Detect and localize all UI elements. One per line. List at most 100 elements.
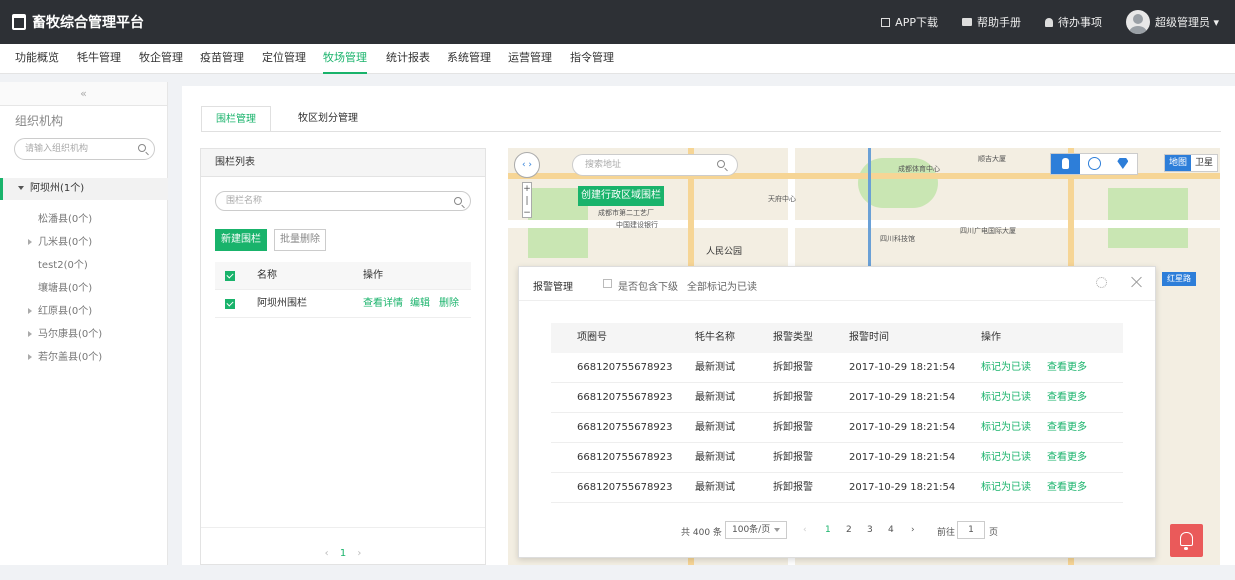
view-more-link[interactable]: 查看更多 [1047,473,1087,503]
mark-read-link[interactable]: 标记为已读 [981,353,1031,383]
compass-icon[interactable]: ‹ › [514,152,540,178]
prev-page-button[interactable]: ‹ [325,548,329,559]
collar-id: 668120755678923 [577,422,673,433]
tab-pasture-division[interactable]: 牧区划分管理 [298,106,358,132]
page-1-button[interactable]: 1 [825,525,831,535]
col-time: 报警时间 [849,332,889,343]
satellite-view-button[interactable]: 卫星 [1191,155,1217,171]
mark-read-link[interactable]: 标记为已读 [981,413,1031,443]
nav-item-reports[interactable]: 统计报表 [386,44,430,74]
mark-read-link[interactable]: 标记为已读 [981,443,1031,473]
col-collar: 项圈号 [577,332,607,343]
nav-item-location[interactable]: 定位管理 [262,44,306,74]
nav-item-vaccine[interactable]: 疫苗管理 [200,44,244,74]
caret-right-icon[interactable] [28,354,32,360]
alarm-header: 报警管理 是否包含下级 全部标记为已读 [519,267,1155,301]
user-menu[interactable]: 超级管理员 ▾ [1125,10,1219,34]
alarm-type: 拆卸报警 [773,452,813,463]
zoom-control[interactable]: + | − [522,182,532,218]
app-logo[interactable]: 畜牧综合管理平台 [12,12,144,32]
mark-all-read-button[interactable]: 全部标记为已读 [687,278,757,293]
nav-item-overview[interactable]: 功能概览 [15,44,59,74]
view-more-link[interactable]: 查看更多 [1047,383,1087,413]
tree-item[interactable]: 马尔康县(0个) [28,325,102,340]
table-row: 668120755678923 最新测试 拆卸报警 2017-10-29 18:… [551,413,1123,443]
col-action: 操作 [981,332,1001,343]
batch-delete-button[interactable]: 批量删除 [274,229,326,251]
tab-fence[interactable]: 围栏管理 [201,106,271,132]
tree-item[interactable]: 松潘县(0个) [38,210,92,225]
edit-link[interactable]: 编辑 [410,290,430,318]
page-2-button[interactable]: 2 [846,525,852,535]
page-size-select[interactable]: 100条/页 [725,521,787,539]
view-more-link[interactable]: 查看更多 [1047,413,1087,443]
fence-search-input[interactable]: 围栏名称 [215,191,471,211]
tree-item[interactable]: 壤塘县(0个) [38,279,92,294]
tree-item[interactable]: test2(0个) [38,256,88,271]
nav-item-command[interactable]: 指令管理 [570,44,614,74]
page-size-value: 100条/页 [732,525,771,535]
caret-down-icon[interactable] [18,186,24,190]
pan-tool[interactable] [1051,154,1080,174]
gear-icon[interactable] [1096,277,1107,288]
search-icon[interactable] [717,160,725,168]
help-manual-link[interactable]: 帮助手册 [961,14,1021,30]
table-row: 668120755678923 最新测试 拆卸报警 2017-10-29 18:… [551,353,1123,383]
search-icon[interactable] [454,197,462,205]
circle-tool[interactable] [1080,154,1109,174]
caret-right-icon[interactable] [28,239,32,245]
table-row: 668120755678923 最新测试 拆卸报警 2017-10-29 18:… [551,383,1123,413]
view-more-link[interactable]: 查看更多 [1047,443,1087,473]
next-page-button[interactable]: › [357,548,361,559]
alarm-dialog: 报警管理 是否包含下级 全部标记为已读 项圈号 牦牛名称 报警类型 报警时间 操… [518,266,1156,558]
new-fence-button[interactable]: 新建围栏 [215,229,267,251]
include-sub-checkbox[interactable] [603,279,612,288]
page-3-button[interactable]: 3 [867,525,873,535]
map-label: 成都体育中心 [898,165,940,173]
map-type-switch: 地图 卫星 [1164,154,1218,172]
page-1-button[interactable]: 1 [340,548,346,559]
mark-read-link[interactable]: 标记为已读 [981,473,1031,503]
alarm-title: 报警管理 [533,282,573,293]
nav-item-enterprise[interactable]: 牧企管理 [139,44,183,74]
tree-item-root[interactable]: 阿坝州(1个) [0,178,168,200]
create-region-fence-button[interactable]: 创建行政区域围栏 [578,186,664,206]
avatar [1125,10,1150,34]
view-details-link[interactable]: 查看详情 [363,290,403,318]
view-more-link[interactable]: 查看更多 [1047,353,1087,383]
close-icon[interactable] [1131,276,1143,288]
tree-item-label: 壤塘县(0个) [38,283,93,294]
yak-name: 最新测试 [695,482,735,493]
tree-item[interactable]: 几米县(0个) [28,233,92,248]
mark-read-link[interactable]: 标记为已读 [981,383,1031,413]
nav-item-yak[interactable]: 牦牛管理 [77,44,121,74]
polygon-tool[interactable] [1108,154,1137,174]
collapse-button[interactable]: « [0,82,167,106]
nav-item-operation[interactable]: 运营管理 [508,44,552,74]
tree-item-label: 若尔盖县(0个) [38,352,103,363]
page-4-button[interactable]: 4 [888,525,894,535]
org-search-input[interactable]: 请输入组织机构 [14,138,155,160]
tree-item[interactable]: 红原县(0个) [28,302,92,317]
delete-link[interactable]: 删除 [439,290,459,318]
tree-item-label: 红原县(0个) [38,306,93,317]
search-icon[interactable] [138,144,146,152]
nav-item-system[interactable]: 系统管理 [447,44,491,74]
next-page-button[interactable]: › [911,525,915,535]
app-download-link[interactable]: APP下载 [881,14,938,30]
logo-icon [12,14,26,30]
caret-right-icon[interactable] [28,308,32,314]
row-checkbox[interactable] [225,299,235,309]
caret-right-icon[interactable] [28,331,32,337]
alarm-bell-button[interactable] [1170,524,1203,557]
nav-item-pasture[interactable]: 牧场管理 [323,44,367,74]
todo-link[interactable]: 待办事项 [1044,14,1102,30]
select-all-checkbox[interactable] [225,271,235,281]
goto-page-input[interactable]: 1 [957,521,985,539]
map-search-input[interactable]: 搜索地址 [572,154,738,176]
map-label: 顺吉大厦 [978,155,1006,163]
fence-list-panel: 围栏列表 围栏名称 新建围栏 批量删除 名称 操作 阿坝州围栏 查看详情 编辑 … [200,148,486,565]
map-view-button[interactable]: 地图 [1165,155,1191,171]
tree-item[interactable]: 若尔盖县(0个) [28,348,102,363]
prev-page-button[interactable]: ‹ [803,525,807,535]
